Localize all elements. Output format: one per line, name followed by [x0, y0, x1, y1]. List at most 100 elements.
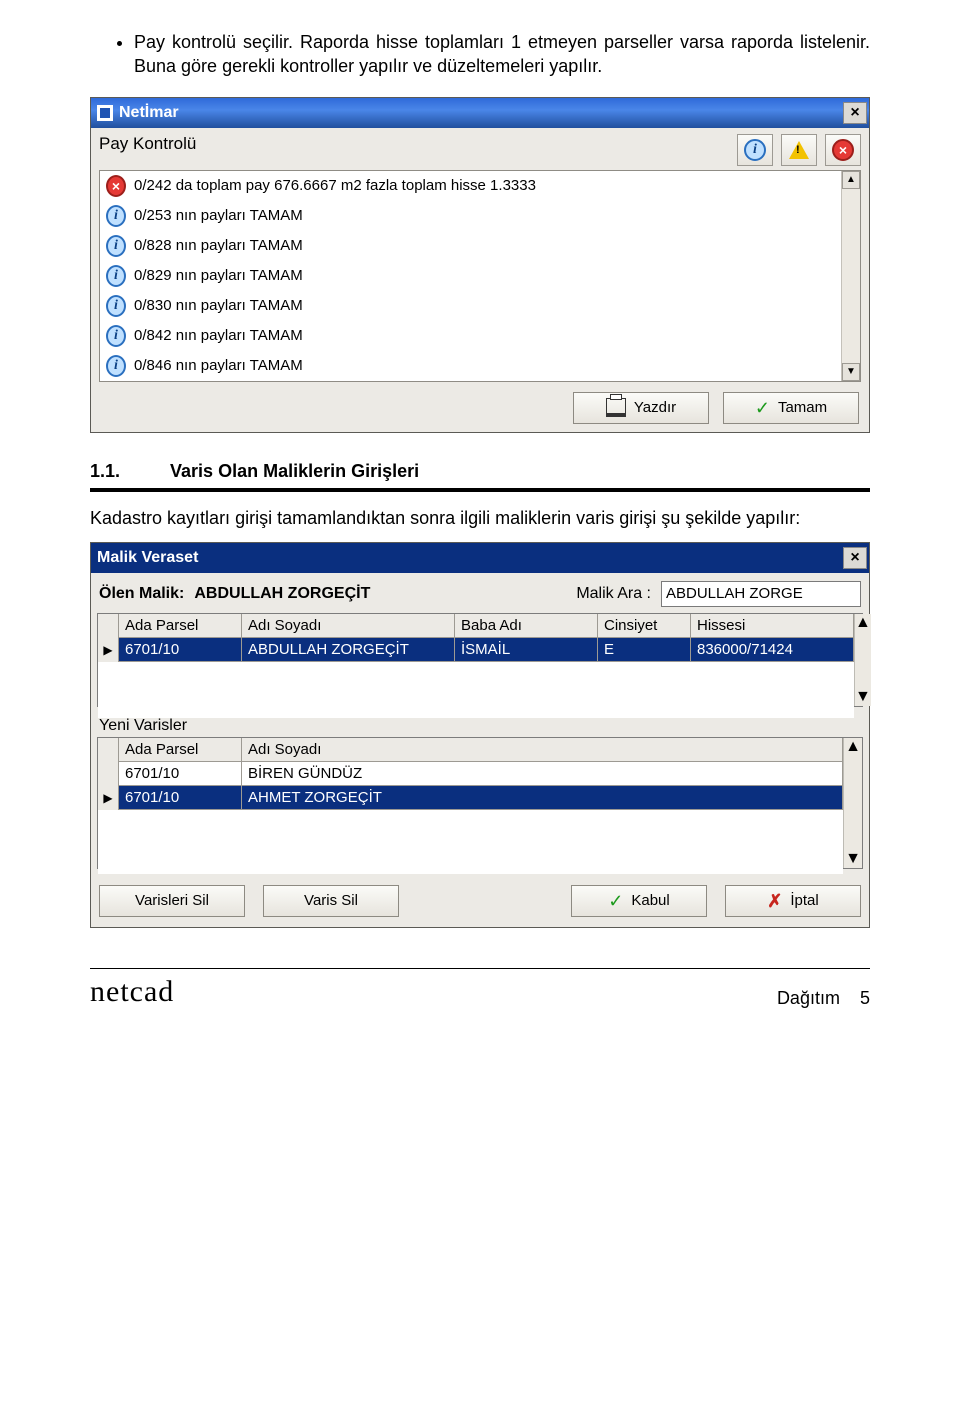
ok-button[interactable]: Tamam [723, 392, 859, 424]
yeni-varisler-label: Yeni Varisler [99, 717, 863, 735]
netimar-titlebar[interactable]: Netİmar × [91, 98, 869, 128]
pk-row[interactable]: 0/829 nın payları TAMAM [100, 261, 841, 291]
scroll-down-icon[interactable]: ▼ [845, 850, 861, 868]
netimar-dialog: Netİmar × Pay Kontrolü 0/242 da toplam p… [90, 97, 870, 433]
info-icon [106, 235, 126, 257]
footer-page: 5 [860, 988, 870, 1008]
print-icon [606, 398, 626, 417]
pk-row[interactable]: 0/828 nın payları TAMAM [100, 231, 841, 261]
malik-grid-scrollbar[interactable]: ▲ ▼ [854, 614, 871, 706]
olen-malik-value: ABDULLAH ZORGEÇİT [194, 585, 370, 603]
error-icon [106, 175, 126, 197]
close-button[interactable]: × [843, 102, 867, 124]
pk-row-text: 0/242 da toplam pay 676.6667 m2 fazla to… [134, 177, 536, 194]
varis-sil-label: Varis Sil [304, 892, 358, 909]
section-rule [90, 488, 870, 492]
check-icon [608, 892, 623, 910]
malik-grid-header: Ada Parsel Adı Soyadı Baba Adı Cinsiyet … [98, 614, 854, 638]
close-icon: × [850, 105, 859, 121]
malik-ara-label: Malik Ara : [576, 585, 651, 603]
kabul-button[interactable]: Kabul [571, 885, 707, 917]
table-cell: 6701/10 [119, 638, 242, 662]
print-label: Yazdır [634, 399, 676, 416]
pk-row[interactable]: 0/842 nın payları TAMAM [100, 321, 841, 351]
pk-row[interactable]: 0/253 nın payları TAMAM [100, 201, 841, 231]
col-ada-parsel: Ada Parsel [119, 738, 242, 762]
table-row[interactable]: ▶6701/10ABDULLAH ZORGEÇİTİSMAİLE836000/7… [98, 638, 854, 662]
filter-error-button[interactable] [825, 134, 861, 166]
filter-warning-button[interactable] [781, 134, 817, 166]
cancel-icon [767, 892, 782, 910]
malik-veraset-dialog: Malik Veraset × Ölen Malik: ABDULLAH ZOR… [90, 542, 870, 928]
mv-close-button[interactable]: × [843, 547, 867, 569]
info-icon [744, 139, 766, 161]
varis-sil-button[interactable]: Varis Sil [263, 885, 399, 917]
info-icon [106, 205, 126, 227]
info-icon [106, 325, 126, 347]
col-adi-soyadi: Adı Soyadı [242, 614, 455, 638]
varisler-grid-header: Ada Parsel Adı Soyadı [98, 738, 843, 762]
scroll-down-icon[interactable]: ▼ [855, 688, 871, 706]
print-button[interactable]: Yazdır [573, 392, 709, 424]
pk-row[interactable]: 0/846 nın payları TAMAM [100, 351, 841, 381]
pk-row[interactable]: 0/830 nın payları TAMAM [100, 291, 841, 321]
table-cell: ABDULLAH ZORGEÇİT [242, 638, 455, 662]
table-cell: AHMET ZORGEÇİT [242, 786, 843, 810]
table-row[interactable]: ▶6701/10AHMET ZORGEÇİT [98, 786, 843, 810]
mv-title: Malik Veraset [97, 549, 198, 567]
netimar-title: Netİmar [119, 104, 179, 122]
scroll-up-icon[interactable]: ▲ [855, 614, 871, 632]
info-icon [106, 295, 126, 317]
pk-scrollbar[interactable]: ▲ ▼ [841, 171, 860, 381]
table-cell: E [598, 638, 691, 662]
col-hissesi: Hissesi [691, 614, 854, 638]
table-cell: İSMAİL [455, 638, 598, 662]
table-cell: 6701/10 [119, 786, 242, 810]
mv-titlebar[interactable]: Malik Veraset × [91, 543, 869, 573]
pk-row-text: 0/829 nın payları TAMAM [134, 267, 303, 284]
scroll-up-icon[interactable]: ▲ [842, 171, 860, 189]
iptal-button[interactable]: İptal [725, 885, 861, 917]
varisler-grid[interactable]: Ada Parsel Adı Soyadı 6701/10BİREN GÜNDÜ… [97, 737, 863, 869]
pk-row-text: 0/830 nın payları TAMAM [134, 297, 303, 314]
close-icon: × [850, 550, 859, 566]
olen-malik-label: Ölen Malik: [99, 585, 184, 603]
malik-ara-input[interactable] [661, 581, 861, 607]
row-marker [98, 762, 119, 786]
pk-row[interactable]: 0/242 da toplam pay 676.6667 m2 fazla to… [100, 171, 841, 201]
pk-row-text: 0/828 nın payları TAMAM [134, 237, 303, 254]
kabul-label: Kabul [631, 892, 669, 909]
malik-grid[interactable]: Ada Parsel Adı Soyadı Baba Adı Cinsiyet … [97, 613, 863, 707]
varisleri-sil-label: Varisleri Sil [135, 892, 209, 909]
scroll-up-icon[interactable]: ▲ [845, 738, 861, 756]
table-cell: 6701/10 [119, 762, 242, 786]
iptal-label: İptal [790, 892, 818, 909]
info-icon [106, 265, 126, 287]
footer-rule [90, 968, 870, 969]
table-row[interactable]: 6701/10BİREN GÜNDÜZ [98, 762, 843, 786]
varisleri-sil-button[interactable]: Varisleri Sil [99, 885, 245, 917]
pk-list: 0/242 da toplam pay 676.6667 m2 fazla to… [99, 170, 861, 382]
ok-label: Tamam [778, 399, 827, 416]
col-ada-parsel: Ada Parsel [119, 614, 242, 638]
error-icon [832, 139, 854, 161]
section-heading: 1.1. Varis Olan Maliklerin Girişleri [90, 461, 870, 486]
warning-icon [789, 141, 809, 159]
mv-header-row: Ölen Malik: ABDULLAH ZORGEÇİT Malik Ara … [97, 577, 863, 613]
app-icon [97, 105, 113, 121]
row-marker: ▶ [98, 638, 119, 662]
varisler-grid-scrollbar[interactable]: ▲ ▼ [843, 738, 862, 868]
intro-bullet-list: Pay kontrolü seçilir. Raporda hisse topl… [90, 30, 870, 79]
col-cinsiyet: Cinsiyet [598, 614, 691, 638]
col-baba-adi: Baba Adı [455, 614, 598, 638]
filter-info-button[interactable] [737, 134, 773, 166]
pk-row-text: 0/842 nın payları TAMAM [134, 327, 303, 344]
pk-row-text: 0/253 nın payları TAMAM [134, 207, 303, 224]
table-cell: BİREN GÜNDÜZ [242, 762, 843, 786]
page-footer: netcad Dağıtım 5 [90, 975, 870, 1009]
check-icon [755, 399, 770, 417]
scroll-down-icon[interactable]: ▼ [842, 363, 860, 381]
table-cell: 836000/71424 [691, 638, 854, 662]
intro-bullet: Pay kontrolü seçilir. Raporda hisse topl… [134, 30, 870, 79]
section-paragraph: Kadastro kayıtları girişi tamamlandıktan… [90, 506, 870, 530]
